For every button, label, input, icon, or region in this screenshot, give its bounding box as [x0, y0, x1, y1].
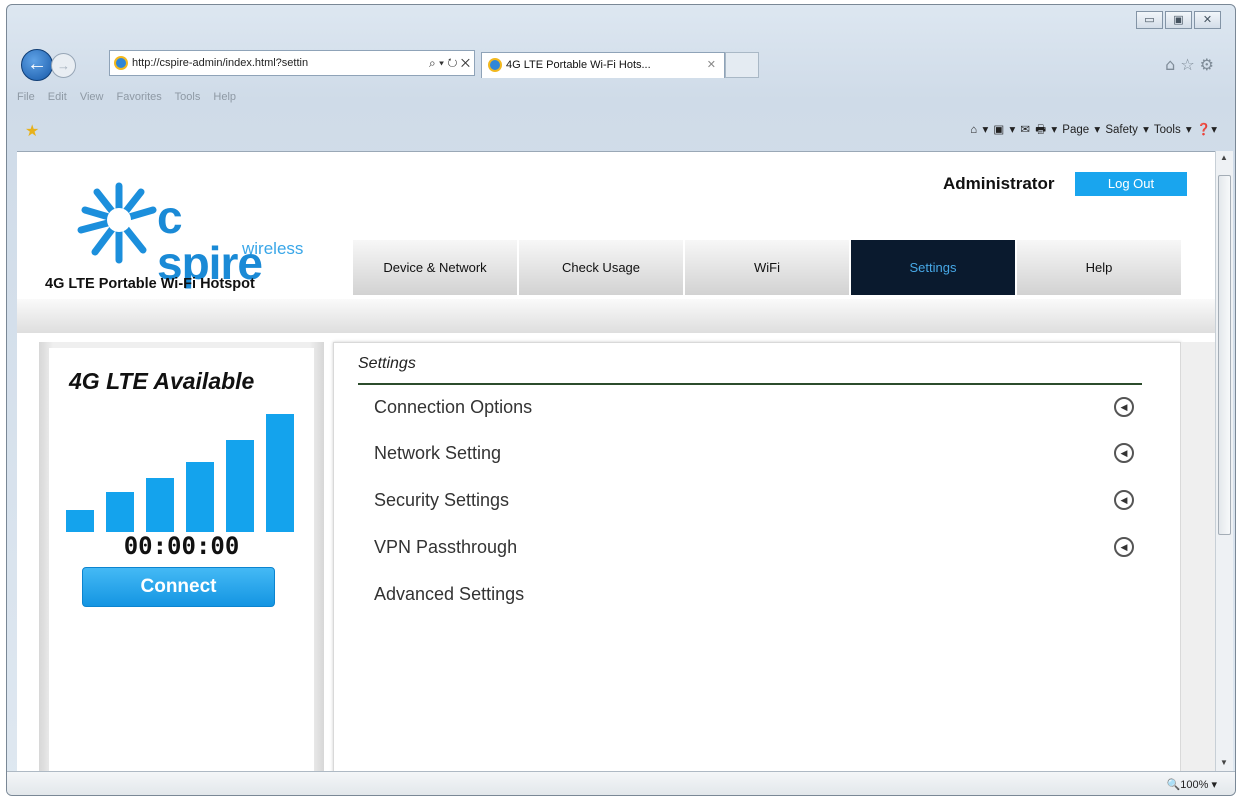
item-label: Connection Options [374, 397, 533, 417]
signal-bar [226, 440, 254, 532]
close-window-button[interactable]: ✕ [1194, 11, 1221, 29]
signal-strength-icon [64, 410, 304, 532]
network-status: 4G LTE Available [69, 368, 255, 394]
menu-security-settings[interactable]: Security Settings ◀ [374, 490, 1134, 511]
settings-title: Settings [358, 355, 416, 372]
tab-help[interactable]: Help [1017, 240, 1183, 295]
settings-panel: Settings Connection Options ◀ Network Set… [333, 342, 1181, 771]
menu-view[interactable]: View [80, 91, 104, 103]
menu-advanced-settings[interactable]: Advanced Settings [374, 584, 1134, 605]
browser-window: ▭ ▣ ✕ ← → http://cspire-admin/index.html… [6, 4, 1236, 796]
signal-bar [266, 414, 294, 532]
expand-arrow-icon[interactable]: ◀ [1114, 443, 1134, 463]
tab-check-usage[interactable]: Check Usage [519, 240, 685, 295]
divider-band [17, 299, 1215, 333]
page-viewport: c spire wireless 4G LTE Portable Wi-Fi H… [17, 151, 1215, 771]
browser-tab[interactable]: 4G LTE Portable Wi-Fi Hots... ✕ [481, 52, 725, 78]
vertical-scrollbar[interactable]: ▲ ▼ [1215, 151, 1233, 771]
menu-help[interactable]: Help [213, 91, 236, 103]
tab-close-icon[interactable]: ✕ [707, 53, 716, 77]
tab-title: 4G LTE Portable Wi-Fi Hots... [506, 59, 651, 71]
back-button[interactable]: ← [21, 49, 53, 81]
window-controls: ▭ ▣ ✕ [1134, 11, 1221, 29]
status-bar: 🔍100% ▾ [7, 771, 1235, 795]
menu-edit[interactable]: Edit [48, 91, 67, 103]
item-label: Advanced Settings [374, 584, 525, 604]
connection-panel: 4G LTE Available 00:00:00 Connect [39, 342, 324, 771]
ie-page-icon [114, 56, 128, 71]
product-name: 4G LTE Portable Wi-Fi Hotspot [45, 276, 255, 292]
signal-bar [66, 510, 94, 532]
menu-vpn-passthrough[interactable]: VPN Passthrough ◀ [374, 537, 1134, 558]
scroll-down-icon[interactable]: ▼ [1220, 758, 1228, 767]
zoom-level[interactable]: 🔍100% ▾ [1167, 778, 1217, 791]
expand-arrow-icon[interactable]: ◀ [1114, 537, 1134, 557]
menu-tools[interactable]: Tools [175, 91, 201, 103]
expand-arrow-icon[interactable]: ◀ [1114, 397, 1134, 417]
logout-button[interactable]: Log Out [1075, 172, 1187, 196]
menu-connection-options[interactable]: Connection Options ◀ [374, 397, 1134, 418]
tab-settings[interactable]: Settings [851, 240, 1017, 295]
command-bar[interactable]: ⌂ ▾ ▣ ▾ ✉ 🖶 ▾ Page ▾ Safety ▾ Tools ▾ ❓▾ [970, 122, 1217, 141]
signal-bar [186, 462, 214, 532]
logo-subtext: wireless [242, 239, 304, 258]
settings-divider [358, 383, 1142, 385]
scroll-thumb[interactable] [1218, 175, 1231, 535]
menu-network-setting[interactable]: Network Setting ◀ [374, 443, 1134, 464]
signal-bar [146, 478, 174, 532]
favorites-star-icon[interactable]: ★ [25, 121, 39, 141]
right-gutter [1181, 342, 1215, 771]
menu-file[interactable]: File [17, 91, 35, 103]
expand-arrow-icon[interactable]: ◀ [1114, 490, 1134, 510]
menu-favorites[interactable]: Favorites [117, 91, 162, 103]
scroll-up-icon[interactable]: ▲ [1220, 153, 1228, 162]
command-icons: ⌂ ▾ ▣ ▾ ✉ 🖶 ▾ [970, 124, 1063, 136]
connect-button[interactable]: Connect [82, 567, 275, 607]
main-nav: Device & Network Check Usage WiFi Settin… [353, 240, 1183, 295]
zoom-value: 100% [1180, 779, 1209, 791]
zoom-icon: 🔍 [1166, 779, 1181, 791]
tab-device-network[interactable]: Device & Network [353, 240, 519, 295]
forward-button[interactable]: → [51, 53, 76, 78]
user-role: Administrator [943, 174, 1055, 193]
connection-timer: 00:00:00 [123, 532, 240, 560]
starburst-logo-icon [77, 182, 157, 264]
signal-bar [106, 492, 134, 532]
menu-bar: File Edit View Favorites Tools Help [17, 91, 236, 103]
address-text: http://cspire-admin/index.html?settin [132, 57, 309, 69]
item-label: VPN Passthrough [374, 537, 518, 557]
help-icon[interactable]: ❓▾ [1197, 124, 1217, 136]
minimize-button[interactable]: ▭ [1136, 11, 1163, 29]
new-tab-button[interactable] [725, 52, 759, 78]
ie-tab-icon [488, 58, 502, 73]
address-buttons[interactable]: ⌕ ▾ ↻ ✕ [425, 51, 470, 75]
cspire-logo: c spire wireless [67, 174, 303, 286]
address-bar[interactable]: http://cspire-admin/index.html?settin ⌕ … [109, 50, 475, 76]
tab-wifi[interactable]: WiFi [685, 240, 851, 295]
command-labels: Page ▾ Safety ▾ Tools ▾ [1062, 124, 1192, 136]
item-label: Security Settings [374, 490, 510, 510]
maximize-button[interactable]: ▣ [1165, 11, 1192, 29]
item-label: Network Setting [374, 443, 502, 463]
home-favorites-settings-icons[interactable]: ⌂☆⚙ [1165, 55, 1219, 74]
